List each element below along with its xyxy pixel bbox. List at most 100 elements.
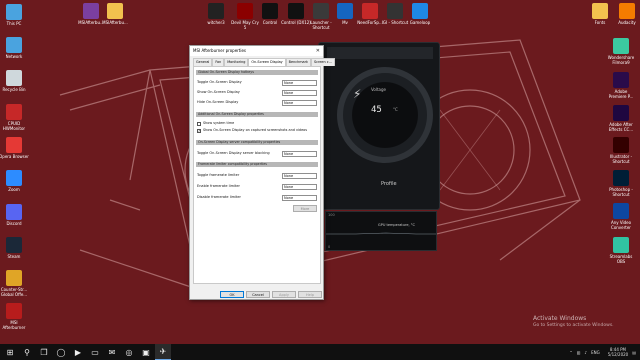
dialog-titlebar: MSI Afterburner properties ✕ bbox=[190, 46, 323, 56]
volume-icon[interactable]: ♪ bbox=[585, 350, 588, 355]
zoom-icon bbox=[6, 170, 22, 186]
desktop-icon-label: CPUID HWMonitor bbox=[2, 121, 26, 131]
desktop-icon-label: Zoom bbox=[8, 187, 20, 192]
taskbar: ⊞ ⚲ ❐ ◯ ▶ ▭ ✉ ◎ ▣ ✈ bbox=[0, 344, 640, 360]
show-osd-field[interactable]: None bbox=[282, 90, 317, 96]
desktop-icon-left-4[interactable]: Opera Browser bbox=[0, 137, 29, 159]
desktop-icon-label: This PC bbox=[6, 21, 22, 26]
hwmonitor-icon bbox=[6, 104, 22, 120]
network-tray-icon[interactable]: ▥ bbox=[577, 350, 581, 355]
desktop-icon-right-5[interactable]: Any Video Converter bbox=[606, 203, 636, 230]
opera-taskbar-icon[interactable]: ◯ bbox=[53, 344, 69, 360]
winrar-icon bbox=[83, 3, 99, 19]
apply-button[interactable]: Apply bbox=[272, 291, 296, 298]
mail-icon[interactable]: ✉ bbox=[104, 344, 120, 360]
cancel-button[interactable]: Cancel bbox=[246, 291, 270, 298]
desktop-icon-top-10[interactable]: Gameloop bbox=[405, 3, 435, 25]
search-icon[interactable]: ⚲ bbox=[19, 344, 35, 360]
enable-limiter-field[interactable]: None bbox=[282, 184, 317, 190]
desktop-icon-label: Adobe After Effects CC... bbox=[608, 122, 634, 132]
properties-dialog: MSI Afterburner properties ✕ General Fan M… bbox=[189, 45, 335, 300]
desktop-icon-top-11[interactable]: Fonts bbox=[585, 3, 615, 25]
tab-fan[interactable]: Fan bbox=[212, 58, 225, 66]
section-framerate: Framerate limiter compatibility properti… bbox=[196, 162, 318, 167]
discord-icon bbox=[6, 204, 22, 220]
desktop-icon-label: Fonts bbox=[594, 20, 606, 25]
desktop-icon-left-7[interactable]: Steam bbox=[0, 237, 29, 259]
video-converter-icon bbox=[613, 203, 629, 219]
tab-monitoring[interactable]: Monitoring bbox=[224, 58, 249, 66]
show-system-time-checkbox[interactable] bbox=[197, 122, 201, 126]
csgo-icon bbox=[6, 270, 22, 286]
ok-button[interactable]: OK bbox=[220, 291, 244, 298]
desktop-icon-right-4[interactable]: Photoshop - Shortcut bbox=[606, 170, 636, 197]
desktop-icon-top-1[interactable]: MSIAfterbu... bbox=[100, 3, 130, 25]
more-button[interactable]: More bbox=[293, 205, 317, 212]
app-icon[interactable]: ▣ bbox=[138, 344, 154, 360]
opera-gx-icon[interactable]: ◎ bbox=[121, 344, 137, 360]
desktop-icon-label: MSIAfterbu... bbox=[102, 20, 128, 25]
start-icon[interactable]: ⊞ bbox=[2, 344, 18, 360]
clock[interactable]: 8:44 PM 5/12/2020 bbox=[604, 347, 629, 357]
afterburner-toolbar bbox=[327, 47, 433, 59]
file-explorer-icon[interactable]: ▭ bbox=[87, 344, 103, 360]
desktop-icon-left-1[interactable]: Network bbox=[0, 37, 29, 59]
activate-windows-title: Activate Windows bbox=[533, 315, 587, 322]
media-icon[interactable]: ▶ bbox=[70, 344, 86, 360]
tab-screen-c[interactable]: Screen c... bbox=[310, 58, 335, 66]
show-osd-label: Show On-Screen Display bbox=[197, 90, 240, 94]
tray-arrow-icon[interactable]: ⌃ bbox=[569, 350, 572, 355]
enable-limiter-label: Enable framerate limiter bbox=[197, 184, 240, 188]
desktop-icon-right-0[interactable]: Wondershare Filmora9 bbox=[606, 38, 636, 65]
system-tray: ⌃ ▥ ♪ ENG 8:44 PM 5/12/2020 ▤ bbox=[565, 344, 636, 360]
close-icon[interactable]: ✕ bbox=[316, 46, 320, 56]
desktop-icon-left-9[interactable]: MSI Afterburner bbox=[0, 303, 29, 330]
desktop-icon-top-2[interactable]: witcher3 bbox=[201, 3, 231, 25]
temperature-value: 45 bbox=[371, 105, 382, 115]
desktop-icon-right-6[interactable]: Streamlabs OBS bbox=[606, 237, 636, 264]
desktop-icon-label: Network bbox=[5, 54, 23, 59]
desktop-icon-label: Streamlabs OBS bbox=[609, 254, 633, 264]
desktop-icon-left-2[interactable]: Recycle Bin bbox=[0, 70, 29, 92]
desktop-icon-left-8[interactable]: Counter-Str... Global Offe... bbox=[0, 270, 29, 297]
hide-osd-field[interactable]: None bbox=[282, 100, 317, 106]
tab-general[interactable]: General bbox=[193, 58, 213, 66]
desktop-icon-right-2[interactable]: Adobe After Effects CC... bbox=[606, 105, 636, 132]
toggle-osd-field[interactable]: None bbox=[282, 80, 317, 86]
disable-limiter-label: Disable framerate limiter bbox=[197, 195, 241, 199]
toggle-osd-label: Toggle On-Screen Display bbox=[197, 80, 242, 84]
nfs-icon bbox=[362, 3, 378, 19]
witcher-icon bbox=[208, 3, 224, 19]
notification-icon[interactable]: ▤ bbox=[632, 350, 636, 355]
photoshop-icon bbox=[613, 170, 629, 186]
fonts-folder-icon bbox=[592, 3, 608, 19]
task-view-icon[interactable]: ❐ bbox=[36, 344, 52, 360]
desktop-icon-left-3[interactable]: CPUID HWMonitor bbox=[0, 104, 29, 131]
afterburner-taskbar-icon[interactable]: ✈ bbox=[155, 344, 171, 360]
desktop-icon-label: Discord bbox=[6, 221, 22, 226]
hide-osd-label: Hide On-Screen Display bbox=[197, 100, 239, 104]
desktop-icon-left-5[interactable]: Zoom bbox=[0, 170, 29, 192]
desktop-icon-left-6[interactable]: Discord bbox=[0, 204, 29, 226]
desktop-icon-right-3[interactable]: Illustrator - Shortcut bbox=[606, 137, 636, 164]
dialog-title: MSI Afterburner properties bbox=[193, 48, 247, 53]
help-button[interactable]: Help bbox=[298, 291, 322, 298]
folder-icon bbox=[107, 3, 123, 19]
tab-benchmark[interactable]: Benchmark bbox=[285, 58, 311, 66]
monitoring-graph: 100 0 GPU temperature, °C bbox=[325, 211, 437, 251]
desktop-icon-label: Photoshop - Shortcut bbox=[609, 187, 633, 197]
opera-icon bbox=[6, 137, 22, 153]
desktop-icon-top-12[interactable]: Audacity bbox=[612, 3, 640, 25]
toggle-server-blocking-field[interactable]: None bbox=[282, 151, 317, 157]
show-osd-captures-checkbox[interactable]: ✓ bbox=[197, 129, 201, 133]
toggle-limiter-field[interactable]: None bbox=[282, 173, 317, 179]
graph-line bbox=[326, 232, 436, 235]
language-indicator[interactable]: ENG bbox=[591, 350, 600, 355]
desktop-icon-label: Adobe Premiere P... bbox=[608, 89, 634, 99]
disable-limiter-field[interactable]: None bbox=[282, 195, 317, 201]
afterburner-window: ⚡ Voltage 45 °C Profile 100 0 GPU temper… bbox=[318, 42, 440, 251]
afterburner-icon bbox=[6, 303, 22, 319]
tab-on-screen-display[interactable]: On-Screen Display bbox=[248, 58, 286, 66]
desktop-icon-right-1[interactable]: Adobe Premiere P... bbox=[606, 72, 636, 99]
desktop-icon-left-0[interactable]: This PC bbox=[0, 4, 29, 26]
